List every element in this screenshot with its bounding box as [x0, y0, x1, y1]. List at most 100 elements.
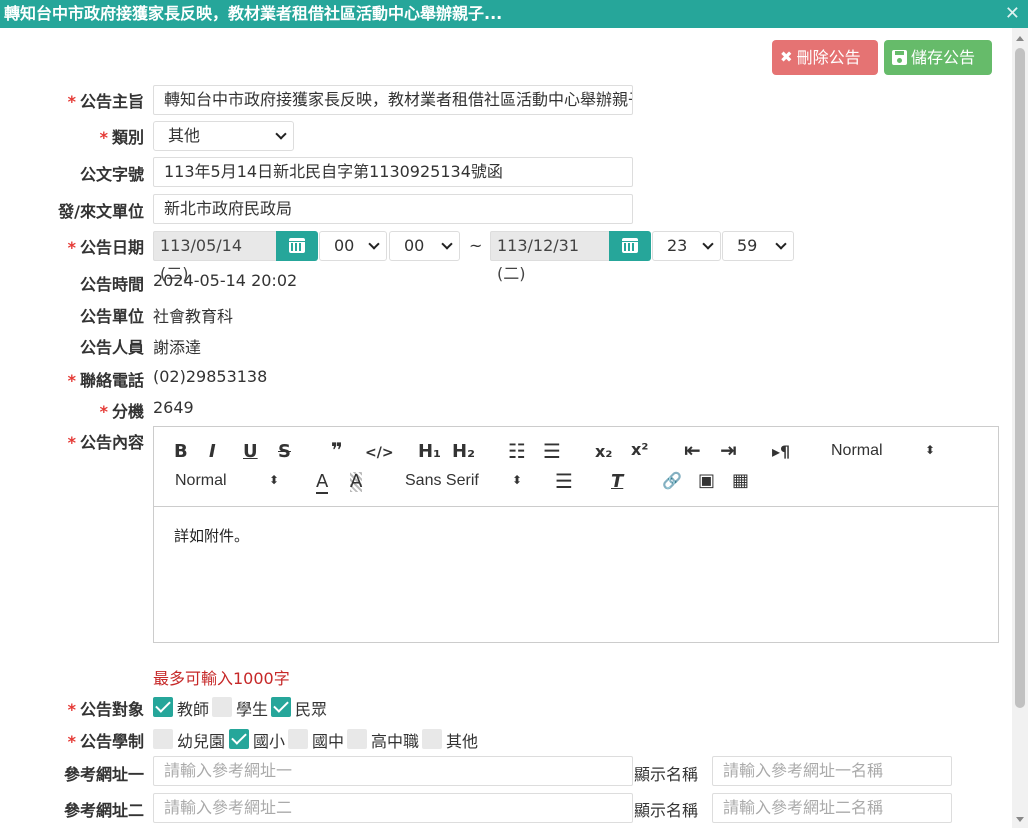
content-length-hint: 最多可輸入1000字: [153, 669, 290, 688]
phone-label-text: 聯絡電話: [79, 371, 144, 390]
ordered-list-icon[interactable]: ☷: [508, 441, 526, 461]
size-select[interactable]: Normal ⬍: [175, 472, 281, 492]
start-date-input[interactable]: 113/05/14 (二): [153, 231, 277, 283]
required-mark: *: [67, 238, 76, 257]
checkbox-2[interactable]: [271, 697, 291, 717]
superscript-button[interactable]: x²: [631, 440, 648, 460]
date-separator: ~: [469, 236, 483, 255]
doc-number-input[interactable]: 113年5月14日新北民自字第1130925134號函: [153, 157, 633, 187]
underline-button[interactable]: U: [243, 442, 258, 462]
ref-url-2-display-label: 顯示名稱: [634, 801, 699, 820]
scrollbar-thumb[interactable]: [1015, 48, 1025, 708]
updown-icon: ⬍: [925, 443, 936, 457]
align-icon[interactable]: ☰: [555, 471, 573, 491]
form-content: ✖ 刪除公告 儲存公告 * 公告主旨 轉知台中市政府接獲家長反映，教材業者租借社區…: [0, 28, 1012, 828]
bullet-list-icon[interactable]: ☰: [543, 441, 561, 461]
scroll-up-icon[interactable]: [1016, 36, 1024, 41]
content-label: * 公告內容: [68, 429, 144, 453]
h2-button[interactable]: H₂: [452, 442, 475, 462]
blockquote-icon[interactable]: ❞: [331, 440, 343, 460]
save-button-label: 儲存公告: [911, 48, 976, 67]
video-icon[interactable]: ▦: [732, 471, 749, 491]
required-mark: *: [99, 128, 108, 147]
size-select-value: Normal: [175, 472, 227, 489]
end-date-input[interactable]: 113/12/31 (二): [490, 231, 610, 283]
save-button[interactable]: 儲存公告: [884, 40, 992, 75]
calendar-icon: [622, 238, 638, 253]
required-mark: *: [67, 700, 76, 719]
h1-button[interactable]: H₁: [418, 442, 441, 462]
chevron-down-icon: [775, 238, 787, 250]
start-minute-select[interactable]: 00: [389, 231, 460, 261]
required-mark: *: [67, 433, 76, 452]
italic-button[interactable]: I: [209, 442, 216, 462]
close-icon[interactable]: ✕: [1005, 0, 1020, 28]
code-icon[interactable]: </>: [365, 443, 394, 463]
checkbox-3[interactable]: [347, 729, 367, 749]
vertical-scrollbar[interactable]: [1012, 28, 1028, 828]
time-value: 2024-05-14 20:02: [153, 271, 298, 290]
required-mark: *: [99, 402, 108, 421]
end-minute-value: 59: [737, 236, 758, 255]
indent-icon[interactable]: ⇥: [720, 440, 737, 460]
checkbox-0[interactable]: [153, 729, 173, 749]
checkbox-4[interactable]: [422, 729, 442, 749]
subject-input[interactable]: 轉知台中市政府接獲家長反映，教材業者租借社區活動中心舉辦親子: [153, 85, 633, 115]
end-hour-select[interactable]: 23: [652, 231, 721, 261]
rich-text-editor: B I U S ❞ </> H₁ H₂ ☷ ☰ x₂ x² ⇤ ⇥ ▸¶ Nor…: [153, 426, 999, 643]
editor-toolbar: B I U S ❞ </> H₁ H₂ ☷ ☰ x₂ x² ⇤ ⇥ ▸¶ Nor…: [154, 427, 998, 507]
checkbox-label: 幼兒園: [177, 732, 226, 751]
header-select-value: Normal: [831, 442, 883, 459]
link-icon[interactable]: 🔗: [662, 471, 682, 491]
end-minute-select[interactable]: 59: [722, 231, 794, 261]
start-date-calendar-button[interactable]: [276, 231, 318, 261]
strike-button[interactable]: S: [278, 442, 291, 462]
checkbox-0[interactable]: [153, 697, 173, 717]
ref-url-2-display-input[interactable]: 請輸入參考網址二名稱: [712, 793, 952, 823]
editor-body[interactable]: 詳如附件。: [174, 525, 249, 546]
outdent-icon[interactable]: ⇤: [684, 440, 701, 460]
unit-value: 社會教育科: [153, 307, 234, 326]
phone-label: * 聯絡電話: [68, 367, 144, 391]
header-select[interactable]: Normal ⬍: [831, 442, 937, 462]
ref-url-1-input[interactable]: 請輸入參考網址一: [153, 756, 633, 786]
ref-url-2-input[interactable]: 請輸入參考網址二: [153, 793, 633, 823]
subscript-button[interactable]: x₂: [595, 442, 612, 462]
date-label-text: 公告日期: [79, 238, 144, 257]
text-direction-icon[interactable]: ▸¶: [772, 442, 790, 462]
window-title: 轉知台中市政府接獲家長反映，教材業者租借社區活動中心舉辦親子...: [4, 4, 503, 23]
checkbox-label: 教師: [177, 700, 210, 719]
font-select[interactable]: Sans Serif ⬍: [405, 472, 523, 492]
updown-icon: ⬍: [512, 473, 523, 487]
close-icon: ✖: [780, 48, 793, 66]
chevron-down-icon: [275, 128, 287, 140]
start-hour-select[interactable]: 00: [319, 231, 387, 261]
checkbox-1[interactable]: [212, 697, 232, 717]
calendar-icon: [289, 238, 305, 253]
checkbox-1[interactable]: [229, 729, 249, 749]
font-color-icon[interactable]: A: [316, 472, 329, 494]
extension-label-text: 分機: [111, 402, 144, 421]
category-select[interactable]: 其他: [153, 121, 294, 151]
ref-url-1-label: 參考網址一: [63, 765, 144, 784]
extension-label: * 分機: [100, 398, 144, 422]
ref-url-1-display-input[interactable]: 請輸入參考網址一名稱: [712, 756, 952, 786]
extension-value: 2649: [153, 398, 194, 417]
issuer-label: 發/來文單位: [58, 202, 144, 221]
end-date-calendar-button[interactable]: [609, 231, 651, 261]
start-hour-value: 00: [334, 236, 355, 255]
background-color-icon[interactable]: A: [350, 472, 363, 492]
checkbox-label: 其他: [446, 732, 479, 751]
delete-button[interactable]: ✖ 刪除公告: [772, 40, 878, 75]
clear-format-icon[interactable]: T: [611, 472, 623, 492]
checkbox-label: 高中職: [371, 732, 420, 751]
checkbox-label: 民眾: [295, 700, 328, 719]
required-mark: *: [67, 371, 76, 390]
checkbox-2[interactable]: [288, 729, 308, 749]
image-icon[interactable]: ▣: [698, 471, 715, 491]
issuer-input[interactable]: 新北市政府民政局: [153, 194, 633, 224]
bold-button[interactable]: B: [174, 442, 188, 462]
scroll-down-icon[interactable]: [1016, 817, 1024, 822]
category-label-text: 類別: [111, 128, 144, 147]
doc-number-label: 公文字號: [79, 165, 144, 184]
